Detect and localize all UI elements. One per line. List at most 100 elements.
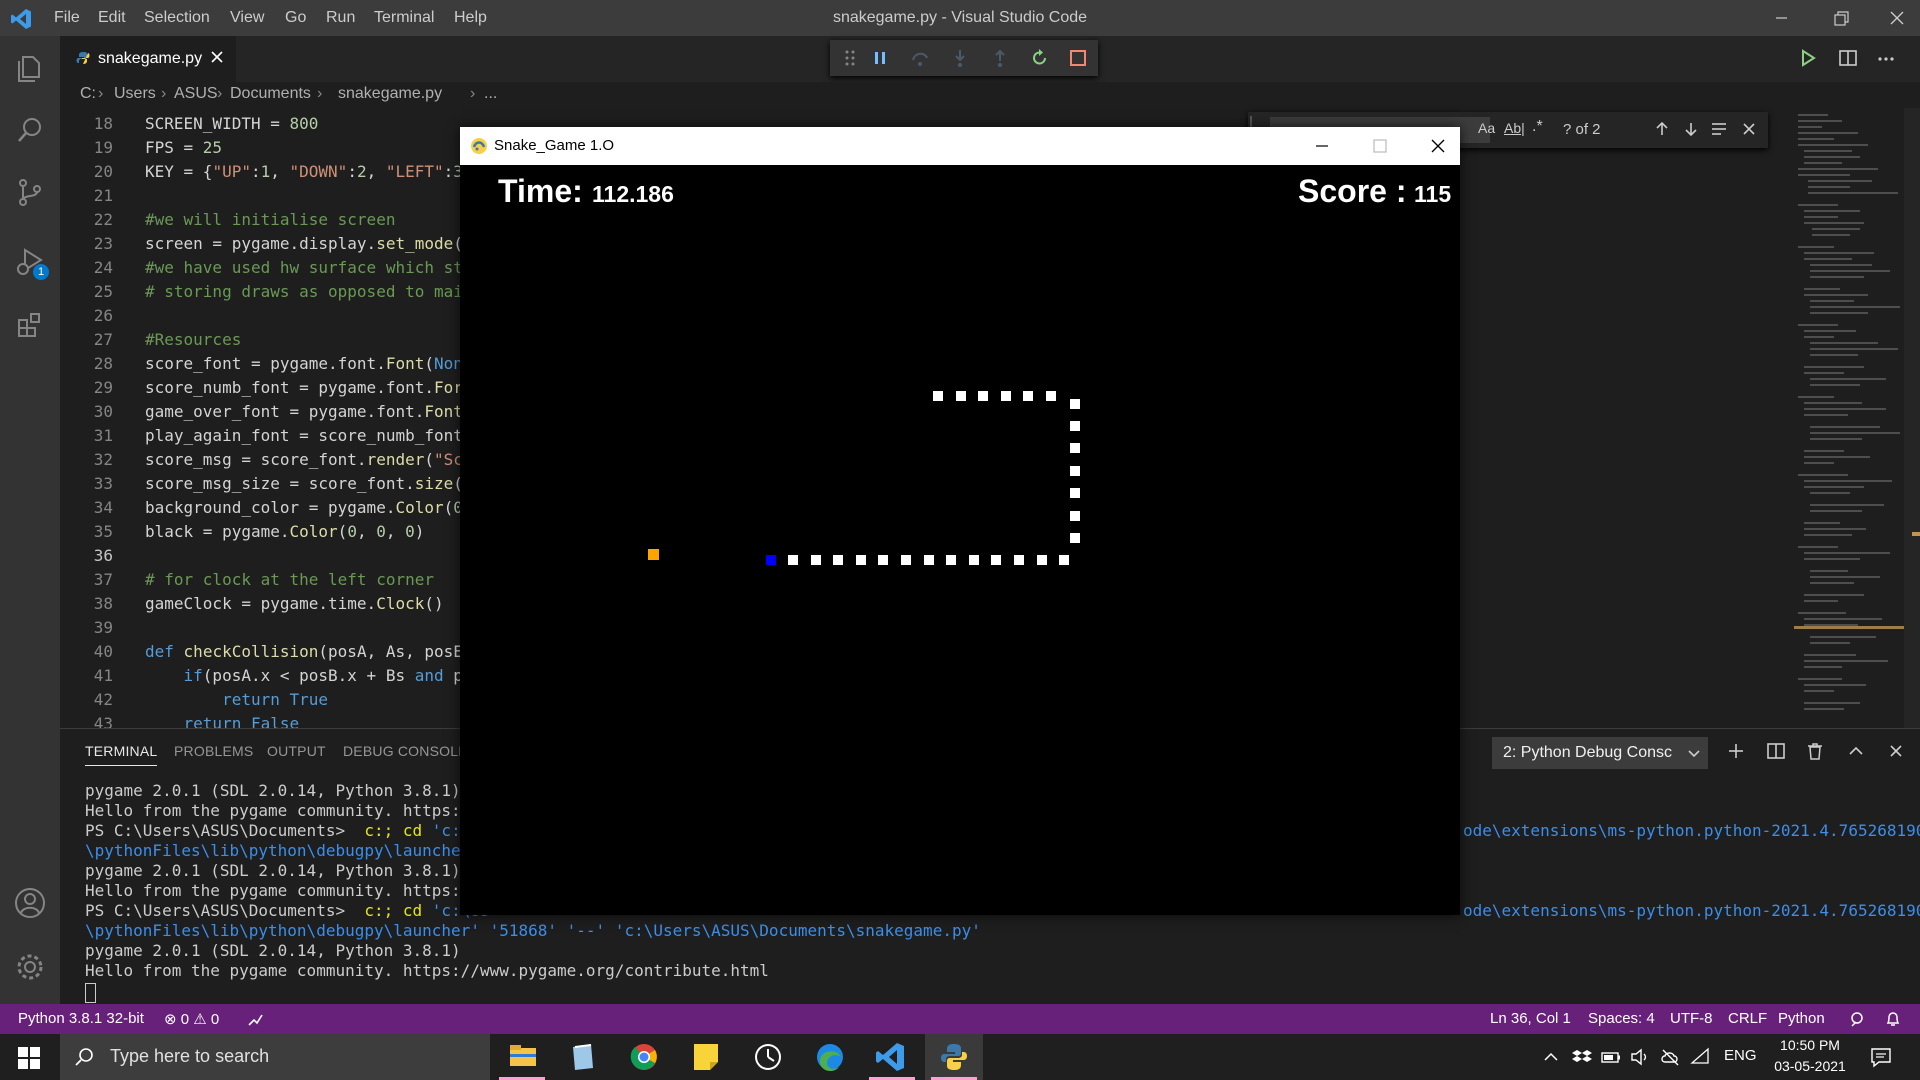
language-mode[interactable]: Python xyxy=(1778,1010,1825,1027)
wifi-icon[interactable] xyxy=(1690,1047,1712,1067)
menu-help[interactable]: Help xyxy=(454,9,487,27)
menu-file[interactable]: File xyxy=(54,9,80,27)
taskbar-time[interactable]: 10:50 PM xyxy=(1770,1037,1850,1053)
step-over-icon[interactable] xyxy=(910,48,930,68)
show-hidden-icons-icon[interactable] xyxy=(1542,1048,1560,1066)
extensions-icon[interactable] xyxy=(13,308,47,342)
input-language[interactable]: ENG xyxy=(1724,1047,1757,1064)
python-interpreter[interactable]: Python 3.8.1 32-bit xyxy=(18,1010,144,1027)
restart-icon[interactable] xyxy=(1030,48,1050,68)
clock-icon[interactable] xyxy=(739,1034,797,1080)
tab-snakegame[interactable]: snakegame.py xyxy=(60,36,236,83)
menu-view[interactable]: View xyxy=(230,9,264,27)
drag-handle-icon[interactable] xyxy=(840,48,860,68)
tab-terminal[interactable]: TERMINAL xyxy=(85,743,158,766)
explorer-icon[interactable] xyxy=(13,51,47,85)
line-number: 42 xyxy=(93,690,113,709)
regex-toggle[interactable]: .* xyxy=(1532,118,1543,136)
vscode-icon[interactable] xyxy=(863,1034,921,1080)
dropbox-icon[interactable] xyxy=(1572,1047,1592,1067)
game-minimize-button[interactable] xyxy=(1312,137,1332,155)
feedback-icon[interactable] xyxy=(1848,1010,1866,1028)
previous-match-icon[interactable] xyxy=(1653,120,1671,138)
tab-output[interactable]: OUTPUT xyxy=(267,743,326,759)
problems-indicator[interactable]: ⊗ 0 ⚠ 0 xyxy=(164,1010,219,1028)
settings-gear-icon[interactable] xyxy=(13,950,47,984)
battery-icon[interactable] xyxy=(1600,1047,1622,1067)
code-text: score_msg = score_font.render("Sc xyxy=(145,450,463,469)
next-match-icon[interactable] xyxy=(1682,120,1700,138)
whole-word-toggle[interactable]: Ab| xyxy=(1504,120,1525,136)
account-icon[interactable] xyxy=(13,886,47,920)
line-number: 40 xyxy=(93,642,113,661)
breadcrumb-asus[interactable]: ASUS xyxy=(174,85,218,103)
snake-segment xyxy=(1070,465,1080,476)
line-number: 29 xyxy=(93,378,113,397)
minimap[interactable] xyxy=(1794,108,1904,728)
menu-run[interactable]: Run xyxy=(326,9,355,27)
taskbar-search[interactable]: Type here to search xyxy=(60,1034,490,1080)
chrome-icon[interactable] xyxy=(615,1034,673,1080)
windows-start-icon[interactable] xyxy=(18,1047,40,1069)
snake-segment xyxy=(901,555,911,565)
breadcrumb-more[interactable]: ... xyxy=(484,85,497,103)
menu-terminal[interactable]: Terminal xyxy=(374,9,434,27)
taskbar-date[interactable]: 03-05-2021 xyxy=(1766,1058,1854,1074)
game-canvas[interactable]: Time: 112.186 Score : 115 xyxy=(460,165,1460,915)
find-in-selection-icon[interactable] xyxy=(1710,120,1728,138)
terminal-cursor xyxy=(85,983,96,1003)
line-ending[interactable]: CRLF xyxy=(1728,1010,1767,1027)
pause-icon[interactable] xyxy=(870,48,890,68)
breadcrumb-users[interactable]: Users xyxy=(114,85,156,103)
edge-icon[interactable] xyxy=(801,1034,859,1080)
menu-selection[interactable]: Selection xyxy=(144,9,210,27)
editor-scrollbar[interactable] xyxy=(1904,108,1920,728)
minimize-button[interactable] xyxy=(1758,0,1804,36)
match-case-toggle[interactable]: Aa xyxy=(1478,120,1495,136)
menu-go[interactable]: Go xyxy=(285,9,306,27)
restore-button[interactable] xyxy=(1818,0,1864,36)
sticky-notes-icon[interactable] xyxy=(677,1034,735,1080)
game-maximize-button[interactable] xyxy=(1370,137,1390,155)
notepad-icon[interactable] xyxy=(553,1034,611,1080)
search-icon[interactable] xyxy=(13,113,47,147)
more-actions-icon[interactable] xyxy=(1876,48,1896,68)
maximize-panel-icon[interactable] xyxy=(1846,741,1866,761)
new-terminal-icon[interactable] xyxy=(1726,741,1746,761)
volume-icon[interactable] xyxy=(1630,1047,1652,1067)
kill-terminal-icon[interactable] xyxy=(1805,741,1825,761)
tab-debug-console[interactable]: DEBUG CONSOLE xyxy=(343,743,468,759)
close-panel-icon[interactable] xyxy=(1886,741,1906,761)
tab-problems[interactable]: PROBLEMS xyxy=(174,743,253,759)
indentation[interactable]: Spaces: 4 xyxy=(1588,1010,1655,1027)
stop-icon[interactable] xyxy=(1068,48,1088,68)
game-close-button[interactable] xyxy=(1428,137,1448,155)
close-find-icon[interactable] xyxy=(1740,120,1758,138)
step-out-icon[interactable] xyxy=(990,48,1010,68)
split-editor-icon[interactable] xyxy=(1838,48,1858,68)
action-center-icon[interactable] xyxy=(1870,1046,1892,1068)
breadcrumb-file[interactable]: snakegame.py xyxy=(338,85,442,103)
code-text: black = pygame.Color(0, 0, 0) xyxy=(145,522,425,541)
run-file-icon[interactable] xyxy=(1798,48,1818,68)
encoding[interactable]: UTF-8 xyxy=(1670,1010,1713,1027)
run-debug-icon[interactable]: 1 xyxy=(13,244,49,280)
split-terminal-icon[interactable] xyxy=(1766,741,1786,761)
terminal-line: pygame 2.0.1 (SDL 2.0.14, Python 3.8.1) xyxy=(85,781,461,800)
step-into-icon[interactable] xyxy=(950,48,970,68)
close-tab-icon[interactable] xyxy=(208,48,226,66)
cloud-offline-icon[interactable] xyxy=(1660,1047,1682,1067)
source-control-icon[interactable] xyxy=(13,175,47,209)
live-share-icon[interactable] xyxy=(246,1011,264,1029)
python-icon[interactable] xyxy=(925,1034,983,1080)
menu-edit[interactable]: Edit xyxy=(98,9,126,27)
breadcrumb-drive[interactable]: C: xyxy=(80,85,96,103)
notifications-bell-icon[interactable] xyxy=(1884,1010,1902,1028)
cursor-position[interactable]: Ln 36, Col 1 xyxy=(1490,1010,1571,1027)
file-explorer-icon[interactable] xyxy=(493,1034,551,1080)
close-button[interactable] xyxy=(1874,0,1920,36)
terminal-select[interactable]: 2: Python Debug Consc xyxy=(1492,737,1708,769)
line-number: 33 xyxy=(93,474,113,493)
snake-segment xyxy=(1070,421,1080,431)
breadcrumb-documents[interactable]: Documents xyxy=(230,85,311,103)
